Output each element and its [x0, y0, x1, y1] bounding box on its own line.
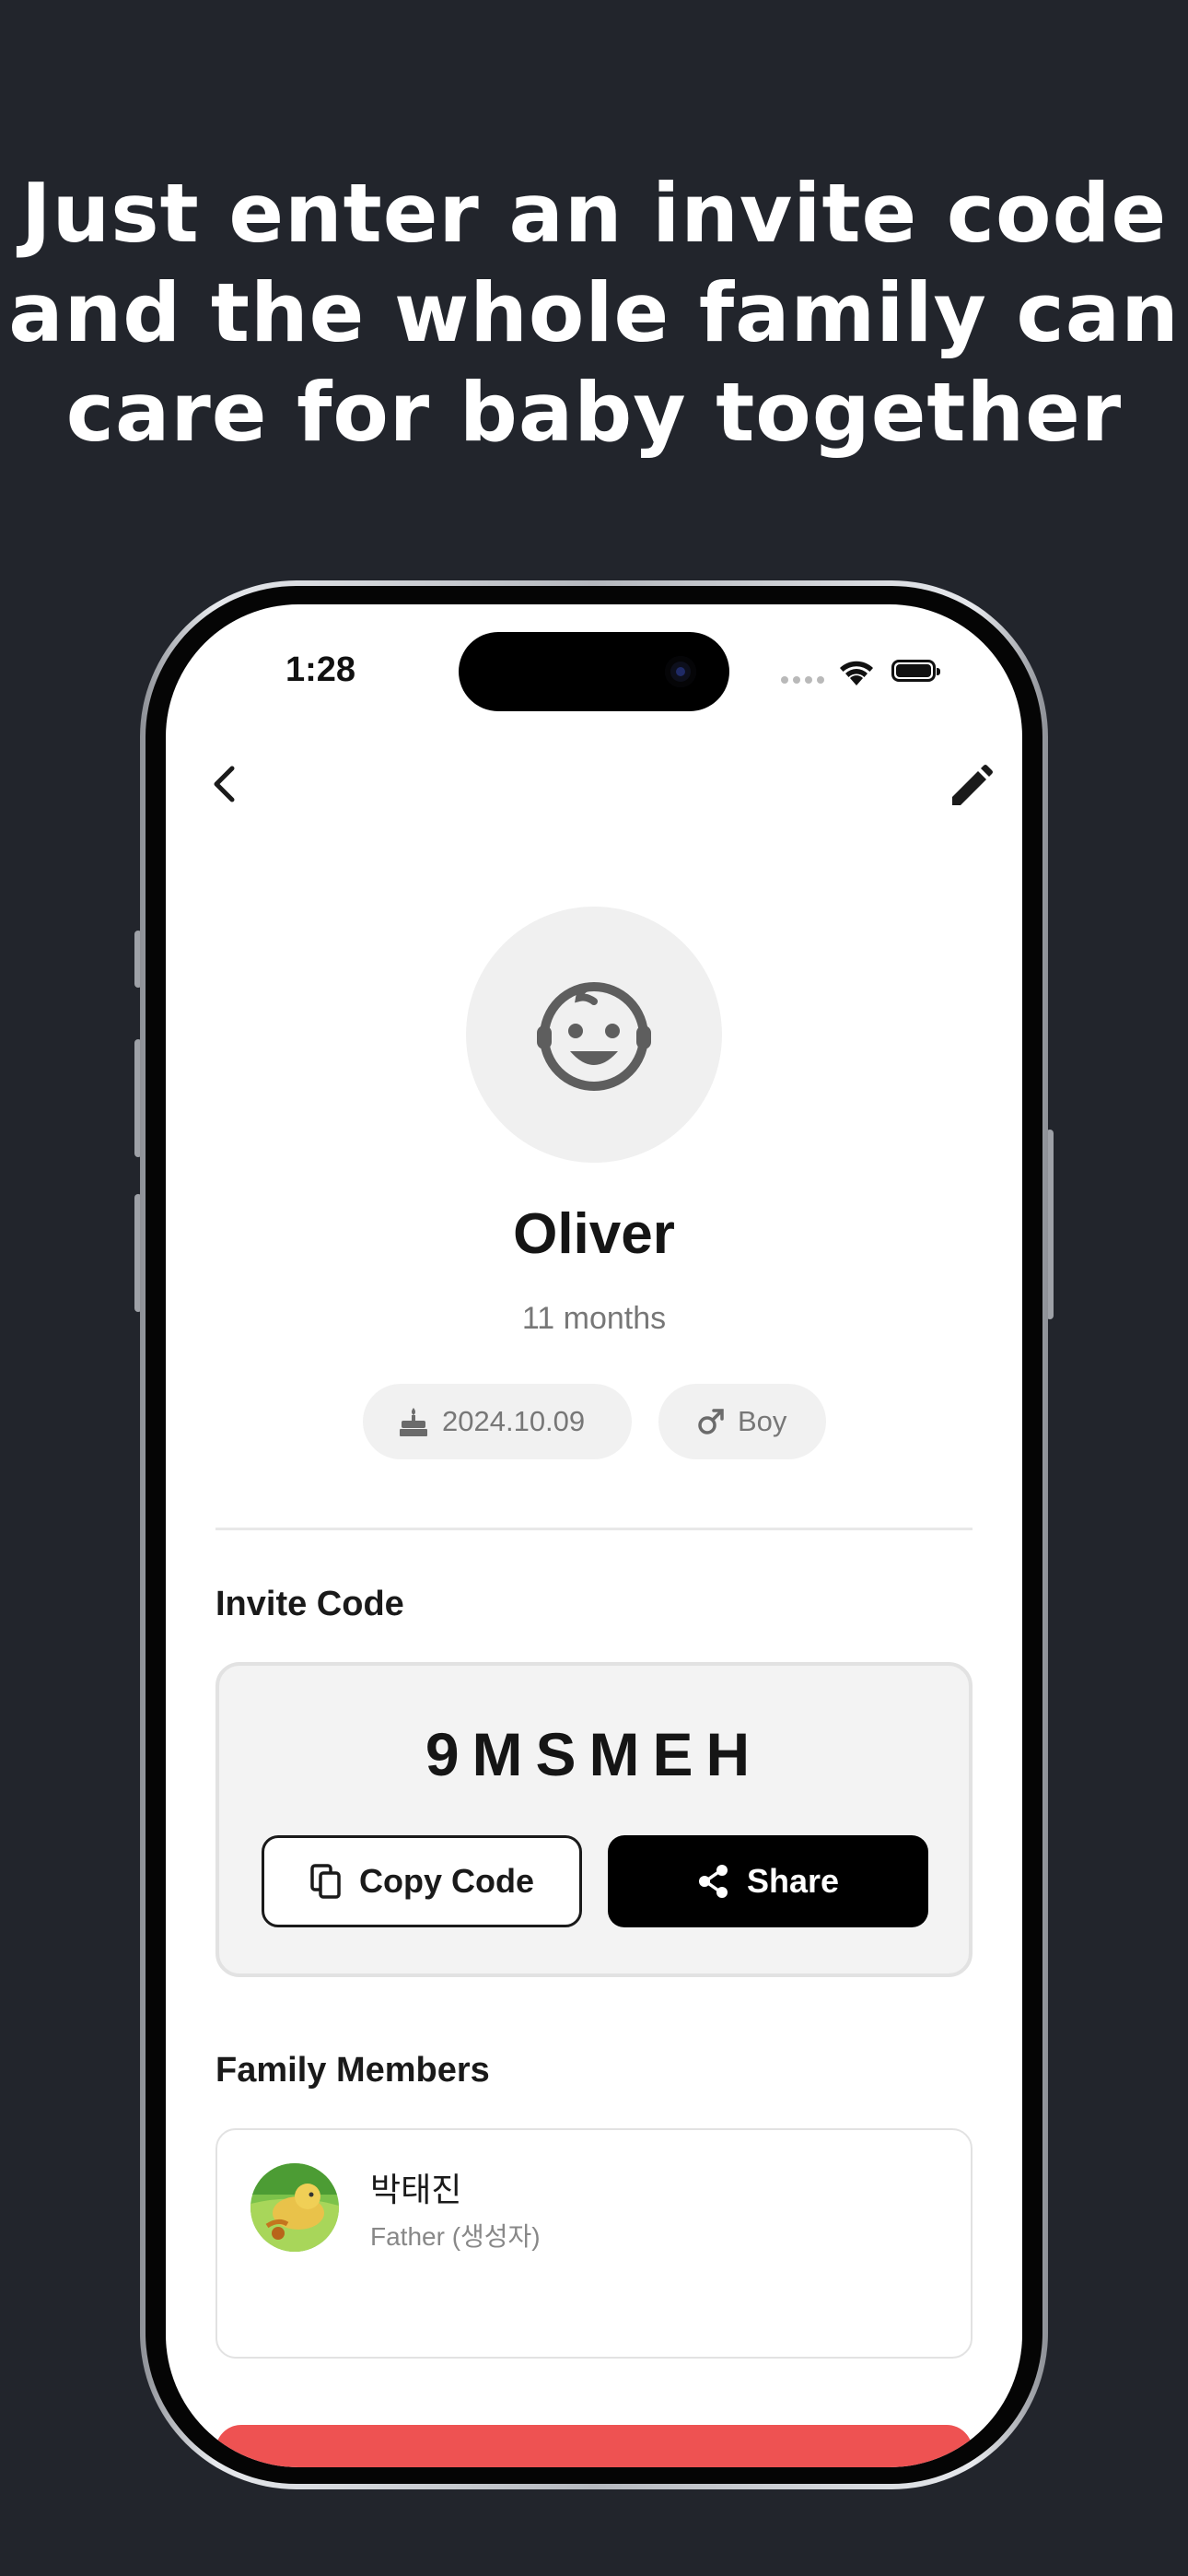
invite-code-card: 9MSMEH Copy Code Share — [215, 1662, 973, 1977]
headline-line-3: care for baby together — [65, 365, 1123, 460]
male-symbol-icon — [698, 1409, 724, 1434]
headline: Just enter an invite code and the whole … — [0, 164, 1188, 463]
camera-lens — [665, 656, 696, 687]
member-name: 박태진 — [370, 2171, 462, 2208]
battery-icon — [891, 660, 940, 682]
baby-face-icon — [537, 982, 651, 1091]
copy-code-button[interactable]: Copy Code — [262, 1835, 582, 1927]
birth-date-text: 2024.10.09 — [442, 1405, 586, 1437]
gender-chip: Boy — [658, 1384, 826, 1459]
headline-line-1: Just enter an invite code — [20, 166, 1168, 261]
divider — [215, 1528, 973, 1530]
copy-code-label: Copy Code — [358, 1862, 534, 1900]
status-time: 1:28 — [285, 650, 356, 689]
family-members-title: Family Members — [215, 2051, 490, 2090]
share-button[interactable]: Share — [608, 1835, 928, 1927]
member-role: Father (생성자) — [370, 2222, 541, 2251]
wifi-icon — [840, 661, 873, 685]
gender-text: Boy — [738, 1405, 787, 1437]
copy-icon — [310, 1864, 341, 1899]
member-avatar-image — [250, 2163, 339, 2252]
share-label: Share — [746, 1862, 840, 1900]
phone-screen: 1:28 Oliver 11 months 2024.10.09 Boy Inv… — [166, 604, 1022, 2467]
dynamic-island — [459, 632, 729, 711]
baby-avatar — [466, 907, 722, 1163]
edit-button[interactable] — [947, 763, 995, 811]
birth-date-chip: 2024.10.09 — [363, 1384, 632, 1459]
cake-icon — [400, 1408, 427, 1436]
share-icon — [698, 1865, 728, 1898]
marketing-page: Just enter an invite code and the whole … — [0, 0, 1188, 2576]
invite-code-value: 9MSMEH — [425, 1720, 763, 1788]
member-avatar[interactable] — [250, 2163, 339, 2252]
baby-age: 11 months — [521, 1301, 667, 1336]
family-members-list: 박태진 Father (생성자) — [215, 2128, 973, 2359]
back-button[interactable] — [203, 761, 249, 807]
invite-code-title: Invite Code — [215, 1585, 404, 1623]
baby-name: Oliver — [513, 1202, 675, 1266]
bottom-action-button[interactable] — [215, 2425, 973, 2467]
headline-line-2: and the whole family can — [8, 265, 1180, 360]
signal-dots-icon — [781, 676, 824, 684]
